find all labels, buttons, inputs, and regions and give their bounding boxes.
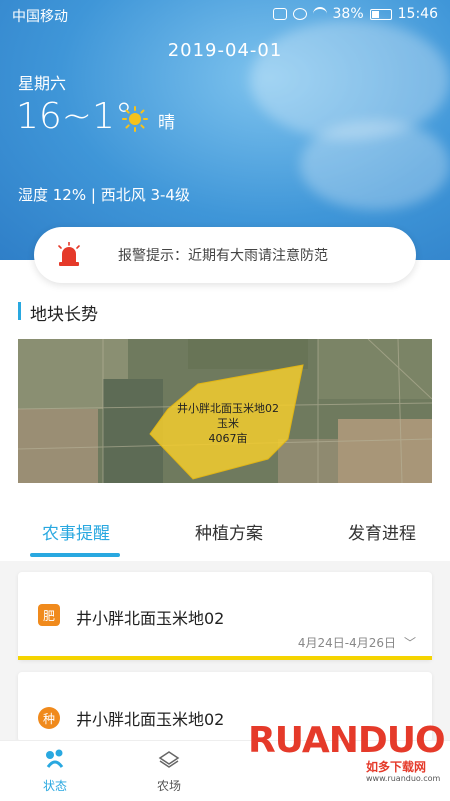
alert-banner[interactable]: 报警提示：近期有大雨请注意防范 — [34, 227, 416, 283]
watermark-cn: 如多下载网 — [366, 760, 427, 774]
watermark-brand: RUANDUO — [248, 720, 446, 761]
fertilizer-icon: 肥 — [38, 604, 60, 626]
cloud-decoration — [300, 120, 450, 210]
date-label: 2019-04-01 — [167, 40, 283, 61]
nav-farm-label: 农场 — [156, 779, 181, 793]
highlight-bar — [18, 656, 432, 660]
siren-icon — [58, 242, 80, 266]
section-accent-bar — [18, 302, 21, 320]
tab-growth-progress[interactable]: 发育进程 — [348, 519, 416, 544]
seed-icon: 种 — [38, 707, 60, 729]
battery-icon — [369, 8, 392, 20]
reminder-date-range: 4月24日-4月26日 — [297, 636, 396, 650]
tab-planting-plan[interactable]: 种植方案 — [195, 519, 263, 544]
temperature-range: 16~1° — [16, 96, 133, 137]
farm-icon — [158, 751, 180, 768]
nav-farm[interactable]: 农场 — [134, 747, 204, 794]
status-icon — [46, 749, 64, 768]
nav-status[interactable]: 状态 — [20, 747, 90, 794]
nav-status-label: 状态 — [42, 779, 67, 793]
field-label: 井小胖北面玉米地02 玉米 4067亩 — [168, 401, 288, 446]
reminder-card[interactable]: 肥 井小胖北面玉米地02 4月24日-4月26日 ﹀ — [18, 572, 432, 660]
watermark-url: www.ruanduo.com — [366, 774, 441, 783]
battery-percent: 38% — [332, 6, 364, 22]
humidity-wind: 湿度 12% | 西北风 3-4级 — [18, 186, 190, 204]
wifi-icon — [312, 7, 327, 21]
clock: 15:46 — [397, 6, 438, 22]
tab-farm-reminder[interactable]: 农事提醒 — [42, 519, 110, 544]
field-map[interactable]: 井小胖北面玉米地02 玉米 4067亩 — [18, 339, 432, 483]
weather-condition: 晴 — [158, 113, 175, 133]
alert-text: 报警提示：近期有大雨请注意防范 — [118, 248, 328, 264]
carrier-label: 中国移动 — [12, 9, 68, 25]
vibrate-icon — [272, 8, 287, 20]
field-crop: 玉米 — [217, 417, 239, 430]
active-tab-indicator — [30, 553, 120, 557]
reminder-title: 井小胖北面玉米地02 — [76, 609, 225, 628]
section-title: 地块长势 — [30, 305, 98, 325]
status-bar: 中国移动 38% 15:46 — [0, 0, 450, 30]
chevron-down-icon[interactable]: ﹀ — [404, 634, 416, 651]
sun-icon — [122, 106, 148, 132]
weekday-label: 星期六 — [18, 74, 67, 93]
eye-icon — [292, 8, 307, 20]
field-name: 井小胖北面玉米地02 — [177, 402, 279, 415]
watermark-logo: RUANDUO 如多下载网 www.ruanduo.com — [248, 720, 448, 800]
reminder-title: 井小胖北面玉米地02 — [76, 710, 225, 729]
field-area: 4067亩 — [208, 432, 248, 445]
